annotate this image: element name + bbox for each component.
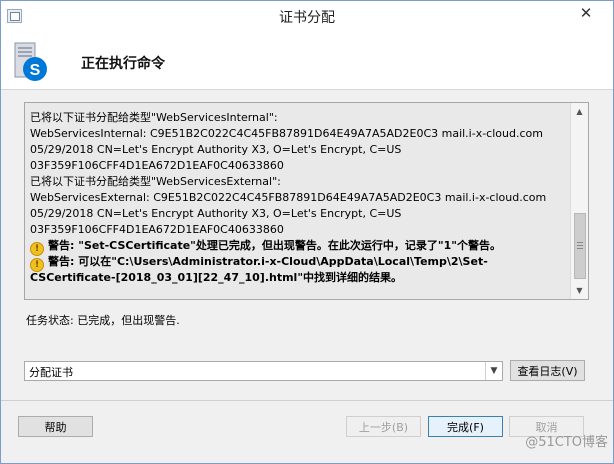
log-line: 已将以下证书分配给类型"WebServicesExternal": <box>30 175 281 188</box>
warning-line: ! 警告: 可以在"C:\Users\Administrator.i-x-Clou… <box>30 254 565 272</box>
log-text: 已将以下证书分配给类型"WebServicesInternal": WebSer… <box>30 110 565 286</box>
view-log-button[interactable]: 查看日志(V) <box>510 360 585 381</box>
grip-line <box>577 242 583 243</box>
task-status: 任务状态: 已完成，但出现警告. <box>26 314 180 327</box>
window-title: 证书分配 <box>279 10 335 26</box>
warning-line-continued: CSCertificate-[2018_03_01][22_47_10].htm… <box>30 271 403 284</box>
finish-button[interactable]: 完成(F) <box>428 416 503 437</box>
title-bar: 证书分配 ✕ <box>1 1 613 31</box>
log-line: 05/29/2018 CN=Let's Encrypt Authority X3… <box>30 143 402 156</box>
watermark: @51CTO博客 <box>525 435 608 450</box>
warning-line: ! 警告: "Set-CSCertificate"处理已完成，但出现警告。在此次运… <box>30 238 565 256</box>
page-title: 正在执行命令 <box>81 56 165 72</box>
close-button[interactable]: ✕ <box>571 2 601 24</box>
command-log: 已将以下证书分配给类型"WebServicesInternal": WebSer… <box>24 102 589 300</box>
log-line: 03F359F106CFF4D1EA672D1EAF0C40633860 <box>30 159 284 172</box>
skype-server-icon: S <box>14 42 47 81</box>
log-line: WebServicesExternal: C9E51B2C022C4C45FB8… <box>30 191 547 204</box>
log-scrollbar[interactable]: ▲ ▼ <box>570 103 588 299</box>
certificate-assignment-window: 证书分配 ✕ S 正在执行命令 已将以下证书分配给类型"WebServicesI… <box>0 0 614 464</box>
log-line: 已将以下证书分配给类型"WebServicesInternal": <box>30 111 278 124</box>
log-line: 03F359F106CFF4D1EA672D1EAF0C40633860 <box>30 223 284 236</box>
scroll-down-arrow-icon[interactable]: ▼ <box>571 283 588 298</box>
task-select[interactable]: 分配证书 ▼ <box>24 361 503 381</box>
log-line: 05/29/2018 CN=Let's Encrypt Authority X3… <box>30 207 402 220</box>
footer-divider <box>1 400 613 401</box>
task-select-value: 分配证书 <box>29 366 73 379</box>
grip-line <box>577 245 583 246</box>
grip-line <box>577 248 583 249</box>
back-button[interactable]: 上一步(B) <box>346 416 421 437</box>
help-button[interactable]: 帮助 <box>18 416 93 437</box>
warning-text: 警告: "Set-CSCertificate"处理已完成，但出现警告。在此次运行… <box>48 239 502 252</box>
wizard-header: S 正在执行命令 <box>1 31 613 90</box>
warning-text: 警告: 可以在"C:\Users\Administrator.i-x-Cloud… <box>48 255 488 268</box>
log-line: WebServicesInternal: C9E51B2C022C4C45FB8… <box>30 127 543 140</box>
scroll-thumb[interactable] <box>574 213 586 279</box>
chevron-down-icon[interactable]: ▼ <box>485 362 502 380</box>
scroll-up-arrow-icon[interactable]: ▲ <box>571 104 588 119</box>
svg-text:S: S <box>30 62 41 79</box>
